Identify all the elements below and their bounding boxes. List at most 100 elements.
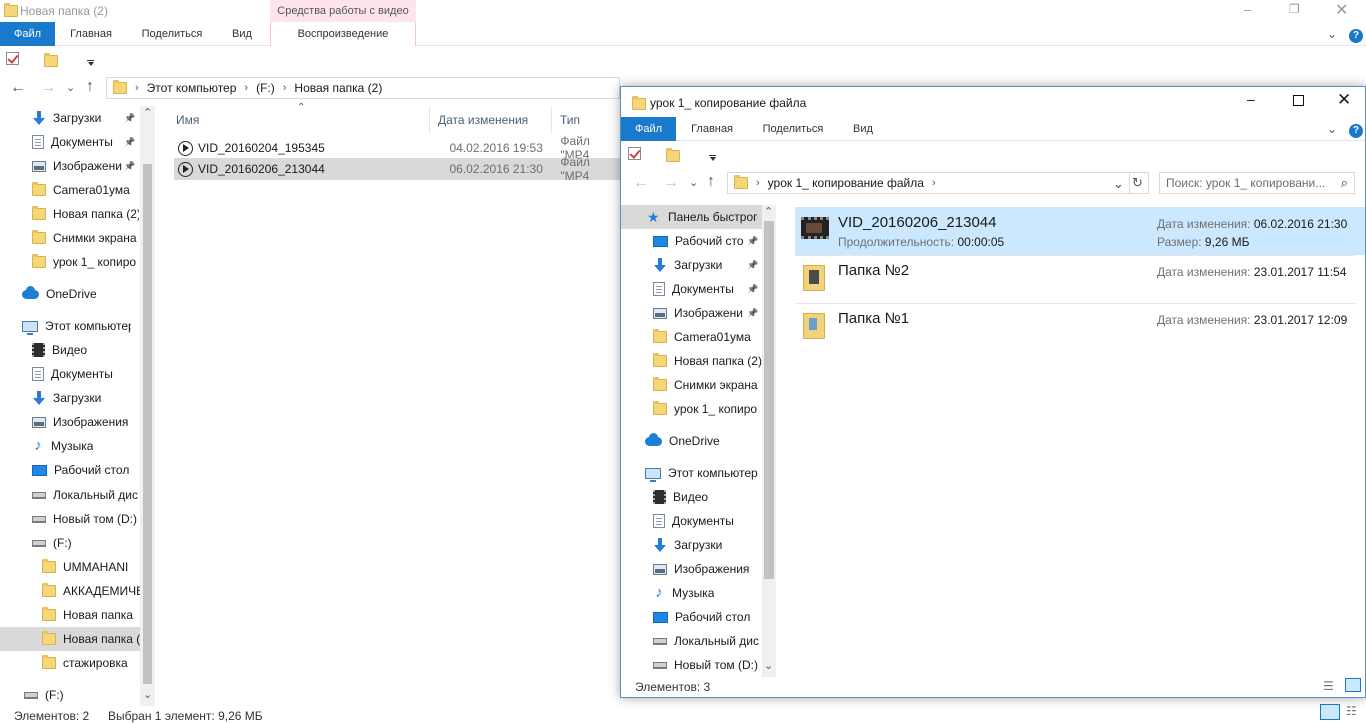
tiles-view-icon[interactable]: ☷ [1346,704,1357,718]
recent-dropdown-icon[interactable]: ⌄ [66,81,75,94]
tab-home[interactable]: Главная [681,117,743,141]
nav-item[interactable]: Локальный дис [0,483,140,507]
nav-item[interactable]: UMMAHANI [0,555,140,579]
help-icon[interactable]: ? [1349,124,1363,138]
chevron-down-icon[interactable]: ⌄ [1327,27,1337,41]
nav-item[interactable]: Новая папка (2) [621,349,762,373]
pin-icon[interactable]: 📌 [124,137,135,147]
nav-item[interactable]: ♪ Музыка [621,581,762,605]
tab-home[interactable]: Главная [60,22,122,46]
back-arrow-icon[interactable]: ← [633,175,649,191]
nav-item[interactable]: Новая папка (2 [0,627,140,651]
refresh-button[interactable]: ↻ [1129,172,1149,194]
file-tile-folder[interactable]: Папка №1 Дата изменения: 23.01.2017 12:0… [795,303,1365,351]
column-date[interactable]: Дата изменения [430,106,552,134]
back-arrow-icon[interactable]: ← [10,80,26,96]
nav-item[interactable]: ★ Панель быстрого [621,205,762,229]
scroll-down-icon[interactable]: ⌄ [764,659,773,672]
restore-button[interactable]: ❐ [1289,2,1300,16]
nav-item[interactable]: Этот компьютер [0,314,140,338]
maximize-button[interactable] [1293,95,1304,106]
nav-item[interactable]: Документы 📌 [0,130,140,154]
address-bar[interactable]: › Этот компьютер › (F:) › Новая папка (2… [106,77,620,99]
nav-item[interactable]: АККАДЕМИЧЕ [0,579,140,603]
file-row[interactable]: VID_20160204_195345 04.02.2016 19:53 Фай… [174,134,620,162]
back-nav-scrollbar[interactable]: ⌃ ⌄ [140,106,155,706]
details-view-icon[interactable]: ☰ [1323,679,1334,693]
breadcrumb-this-pc[interactable]: Этот компьютер [147,81,237,95]
properties-icon[interactable] [628,147,641,160]
nav-item[interactable]: (F:) [0,683,140,707]
new-folder-icon[interactable] [666,148,681,162]
file-tile-folder[interactable]: Папка №2 Дата изменения: 23.01.2017 11:5… [795,255,1365,303]
file-tile-video[interactable]: VID_20160206_213044 Продолжительность: 0… [795,207,1365,255]
tab-file[interactable]: Файл [0,22,55,46]
properties-icon[interactable] [6,52,19,65]
minimize-button[interactable]: – [1247,91,1255,107]
nav-item[interactable]: Видео [0,338,140,362]
address-dropdown-icon[interactable]: ⌄ [1113,176,1124,192]
tiles-view-icon[interactable] [1345,678,1361,692]
scroll-thumb[interactable] [764,221,774,579]
details-view-icon[interactable] [1320,704,1340,720]
search-input[interactable]: Поиск: урок 1_ копировани... ⌕ [1159,172,1355,194]
front-nav-scrollbar[interactable]: ⌃ ⌄ [762,205,776,677]
nav-item[interactable]: Новая папка (2) [0,202,140,226]
tab-share[interactable]: Поделиться [753,117,833,141]
up-arrow-icon[interactable]: ↑ [86,79,94,95]
nav-item[interactable]: Локальный дис [621,629,762,653]
nav-item[interactable]: Загрузки [621,533,762,557]
nav-item[interactable]: Изображени 📌 [621,301,762,325]
nav-item[interactable]: OneDrive [621,429,762,453]
pin-icon[interactable]: 📌 [747,284,758,294]
customize-toolbar-icon[interactable] [708,153,717,162]
up-arrow-icon[interactable]: ↑ [707,174,715,190]
nav-item[interactable]: Загрузки [0,386,140,410]
nav-item[interactable]: (F:) [0,531,140,555]
nav-item[interactable]: Документы [621,509,762,533]
scroll-up-icon[interactable]: ⌃ [143,106,152,119]
minimize-button[interactable]: – [1244,2,1251,17]
tab-view[interactable]: Вид [222,22,262,46]
nav-item[interactable]: урок 1_ копиро [621,397,762,421]
close-button[interactable]: ✕ [1335,0,1348,20]
nav-item[interactable]: Изображения [0,410,140,434]
scroll-up-icon[interactable]: ⌃ [764,205,773,218]
pin-icon[interactable]: 📌 [124,113,135,123]
pin-icon[interactable]: 📌 [747,308,758,318]
tab-share[interactable]: Поделиться [132,22,212,46]
nav-item[interactable]: Новый том (D:) [621,653,762,677]
nav-item[interactable]: Этот компьютер [621,461,762,485]
nav-item[interactable]: Видео [621,485,762,509]
nav-item[interactable]: Снимки экрана [621,373,762,397]
breadcrumb-folder[interactable]: Новая папка (2) [294,81,382,95]
column-name[interactable]: Имя [168,106,430,134]
tab-view[interactable]: Вид [843,117,883,141]
nav-item[interactable]: стажировка [0,651,140,675]
nav-item[interactable]: Новая папка [0,603,140,627]
scroll-down-icon[interactable]: ⌄ [143,688,152,701]
nav-item[interactable]: Рабочий стол [0,458,140,482]
nav-item[interactable]: урок 1_ копиро [0,250,140,274]
breadcrumb-folder[interactable]: урок 1_ копирование файла [768,176,924,190]
pin-icon[interactable]: 📌 [124,161,135,171]
recent-dropdown-icon[interactable]: ⌄ [689,176,698,189]
nav-item[interactable]: Снимки экрана [0,226,140,250]
file-row-selected[interactable]: VID_20160206_213044 06.02.2016 21:30 Фай… [174,155,620,183]
tab-file[interactable]: Файл [621,117,676,141]
new-folder-icon[interactable] [44,53,59,67]
pin-icon[interactable]: 📌 [747,260,758,270]
nav-item[interactable]: Новый том (D:) [0,507,140,531]
scroll-thumb[interactable] [143,164,152,684]
nav-item[interactable]: ♪ Музыка [0,434,140,458]
nav-item[interactable]: Загрузки 📌 [0,106,140,130]
breadcrumb-drive-f[interactable]: (F:) [256,81,275,95]
nav-item[interactable]: Документы 📌 [621,277,762,301]
pin-icon[interactable]: 📌 [747,236,758,246]
customize-toolbar-icon[interactable] [86,58,95,67]
help-icon[interactable]: ? [1349,29,1363,43]
close-button[interactable]: ✕ [1337,90,1351,110]
nav-item[interactable]: Рабочий стол [621,605,762,629]
nav-item[interactable]: Camera01ума [621,325,762,349]
tab-playback[interactable]: Воспроизведение [270,22,416,46]
